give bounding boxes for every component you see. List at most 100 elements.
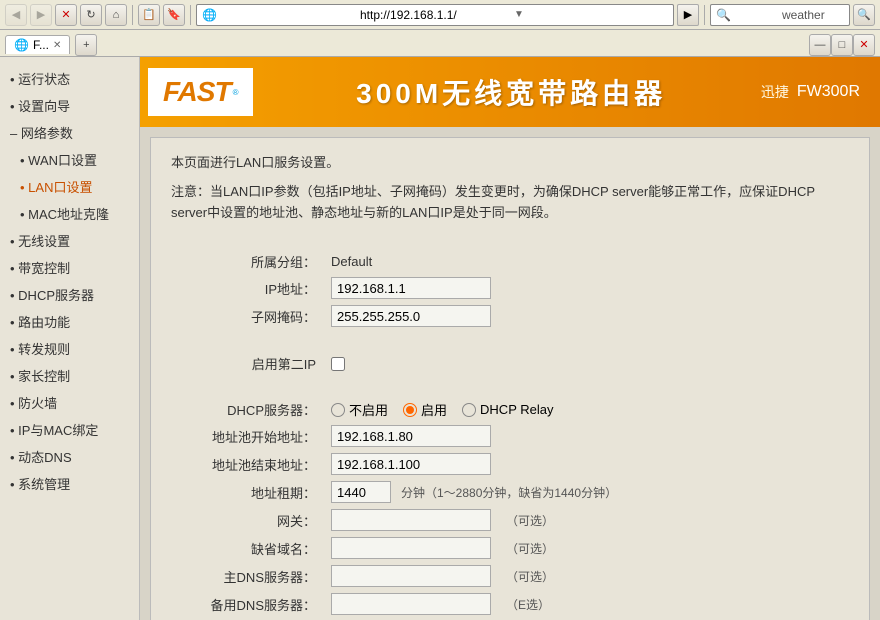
- window-close-button[interactable]: ✕: [853, 34, 875, 56]
- wizard-bullet: •: [10, 99, 18, 114]
- dns2-input[interactable]: [331, 593, 491, 615]
- firewall-bullet: •: [10, 396, 18, 411]
- group-label: 所属分组：: [171, 252, 331, 271]
- header-model: 迅捷 FW300R: [761, 82, 860, 102]
- sidebar-item-system[interactable]: • 系统管理: [0, 470, 139, 497]
- gateway-label: 网关：: [171, 511, 331, 530]
- sidebar: • 运行状态 • 设置向导 – 网络参数 • WAN口设置 • LAN口设置 •…: [0, 57, 140, 620]
- header-model-text: FW300R: [797, 83, 860, 101]
- bookmark2-button[interactable]: 🔖: [163, 4, 185, 26]
- second-ip-value: [331, 357, 849, 371]
- row-mask: 子网掩码：: [171, 305, 849, 327]
- separator2: [190, 5, 191, 25]
- bandwidth-bullet: •: [10, 261, 18, 276]
- header-title: 300M无线宽带路由器: [261, 72, 760, 112]
- bookmark-button[interactable]: 📋: [138, 4, 160, 26]
- row-dns2: 备用DNS服务器： （E选）: [171, 593, 849, 615]
- sidebar-item-mac[interactable]: • MAC地址克隆: [0, 200, 139, 227]
- sidebar-item-network[interactable]: – 网络参数: [0, 119, 139, 146]
- sidebar-item-dhcp[interactable]: • DHCP服务器: [0, 281, 139, 308]
- search-bar[interactable]: 🔍 weather: [710, 4, 850, 26]
- gateway-input[interactable]: [331, 509, 491, 531]
- dns2-value: （E选）: [331, 593, 849, 615]
- dhcp-enable-label: 启用: [421, 400, 447, 419]
- network-bullet: –: [10, 126, 21, 141]
- header-logo: FAST ®: [148, 68, 253, 116]
- second-ip-checkbox[interactable]: [331, 357, 345, 371]
- sidebar-item-firewall[interactable]: • 防火墙: [0, 389, 139, 416]
- back-button[interactable]: ◀: [5, 4, 27, 26]
- group-value: Default: [331, 254, 849, 269]
- dhcp-relay-label: DHCP Relay: [480, 402, 553, 417]
- group-static: Default: [331, 254, 372, 269]
- dhcp-label: DHCP服务器：: [171, 400, 331, 419]
- sidebar-item-wan[interactable]: • WAN口设置: [0, 146, 139, 173]
- wireless-bullet: •: [10, 234, 18, 249]
- forward-bullet: •: [10, 342, 18, 357]
- separator1: [132, 5, 133, 25]
- pool-start-input[interactable]: [331, 425, 491, 447]
- maximize-button[interactable]: □: [831, 34, 853, 56]
- sidebar-item-forward[interactable]: • 转发规则: [0, 335, 139, 362]
- parental-bullet: •: [10, 369, 18, 384]
- mask-label: 子网掩码：: [171, 307, 331, 326]
- minimize-button[interactable]: —: [809, 34, 831, 56]
- pool-start-value: [331, 425, 849, 447]
- search-engine-icon: 🔍: [716, 8, 778, 22]
- row-pool-end: 地址池结束地址：: [171, 453, 849, 475]
- dns1-input[interactable]: [331, 565, 491, 587]
- second-ip-label: 启用第二IP: [171, 354, 331, 373]
- sidebar-item-parental[interactable]: • 家长控制: [0, 362, 139, 389]
- row-pool-start: 地址池开始地址：: [171, 425, 849, 447]
- ipbind-bullet: •: [10, 423, 18, 438]
- sidebar-item-wireless[interactable]: • 无线设置: [0, 227, 139, 254]
- toolbar: ◀ ▶ ✕ ↻ ⌂ 📋 🔖 🌐 http://192.168.1.1/ ▼ ▶ …: [0, 0, 880, 30]
- row-gateway: 网关： （可选）: [171, 509, 849, 531]
- dhcp-option-enable[interactable]: 启用: [403, 400, 447, 419]
- main-content: • 运行状态 • 设置向导 – 网络参数 • WAN口设置 • LAN口设置 •…: [0, 57, 880, 620]
- sidebar-item-ipbind[interactable]: • IP与MAC绑定: [0, 416, 139, 443]
- sidebar-item-bandwidth[interactable]: • 带宽控制: [0, 254, 139, 281]
- forward-button[interactable]: ▶: [30, 4, 52, 26]
- tab-close-button[interactable]: ✕: [53, 40, 61, 51]
- sidebar-item-route[interactable]: • 路由功能: [0, 308, 139, 335]
- row-dhcp: DHCP服务器： 不启用 启用: [171, 400, 849, 419]
- lease-input[interactable]: [331, 481, 391, 503]
- dns1-value: （可选）: [331, 565, 849, 587]
- form-intro1: 本页面进行LAN口服务设置。: [171, 153, 849, 174]
- gateway-value: （可选）: [331, 509, 849, 531]
- status-bullet: •: [10, 72, 18, 87]
- sidebar-item-ddns[interactable]: • 动态DNS: [0, 443, 139, 470]
- dhcp-radio-group: 不启用 启用 DHCP Relay: [331, 400, 553, 419]
- radio-enable-dot: [406, 406, 414, 414]
- browser-chrome: ◀ ▶ ✕ ↻ ⌂ 📋 🔖 🌐 http://192.168.1.1/ ▼ ▶ …: [0, 0, 880, 57]
- system-bullet: •: [10, 477, 18, 492]
- pool-end-input[interactable]: [331, 453, 491, 475]
- address-bar[interactable]: 🌐 http://192.168.1.1/ ▼: [196, 4, 674, 26]
- ip-input[interactable]: [331, 277, 491, 299]
- close-button[interactable]: ✕: [55, 4, 77, 26]
- wan-bullet: •: [20, 153, 28, 168]
- tab-main[interactable]: 🌐 F... ✕: [5, 35, 70, 54]
- go-button[interactable]: ▶: [677, 4, 699, 26]
- refresh-button[interactable]: ↻: [80, 4, 102, 26]
- dns2-label: 备用DNS服务器：: [171, 595, 331, 614]
- lease-note: 分钟（1～2880分钟，缺省为1440分钟）: [401, 484, 617, 501]
- address-dropdown[interactable]: ▼: [514, 9, 668, 20]
- logo-text: FAST: [163, 76, 231, 108]
- pool-end-label: 地址池结束地址：: [171, 455, 331, 474]
- radio-disable-circle: [331, 403, 345, 417]
- domain-input[interactable]: [331, 537, 491, 559]
- dhcp-option-relay[interactable]: DHCP Relay: [462, 402, 553, 417]
- sidebar-item-lan[interactable]: • LAN口设置: [0, 173, 139, 200]
- home-button[interactable]: ⌂: [105, 4, 127, 26]
- header-brand: 迅捷: [761, 82, 789, 102]
- new-tab-button[interactable]: +: [75, 34, 97, 56]
- domain-optional: （可选）: [506, 540, 554, 557]
- mask-input[interactable]: [331, 305, 491, 327]
- sidebar-item-wizard[interactable]: • 设置向导: [0, 92, 139, 119]
- search-button[interactable]: 🔍: [853, 4, 875, 26]
- route-bullet: •: [10, 315, 18, 330]
- sidebar-item-status[interactable]: • 运行状态: [0, 65, 139, 92]
- dhcp-option-disable[interactable]: 不启用: [331, 400, 388, 419]
